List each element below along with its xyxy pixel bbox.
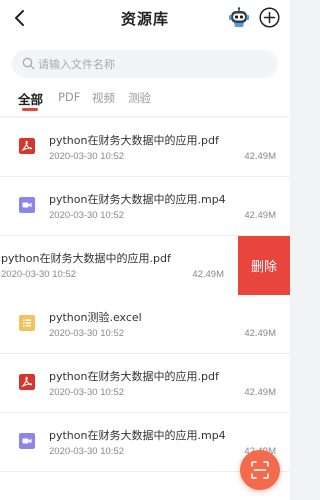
scan-button[interactable] xyxy=(240,450,280,490)
file-name: python在财务大数据中的应用.mp4 xyxy=(49,429,226,442)
robot-icon[interactable] xyxy=(228,7,250,29)
file-date: 2020-03-30 10:52 xyxy=(1,269,77,280)
file-date: 2020-03-30 10:52 xyxy=(49,328,125,339)
list-item[interactable]: python在财务大数据中的应用.pdf 2020-03-30 10:52 42… xyxy=(0,118,290,177)
file-name: python在财务大数据中的应用.pdf xyxy=(49,370,219,383)
file-name: python在财务大数据中的应用.pdf xyxy=(49,134,219,147)
delete-button[interactable]: 删除 xyxy=(238,236,290,295)
tab-pdf[interactable]: PDF xyxy=(58,90,80,104)
list-item[interactable]: python在财务大数据中的应用.pdf 2020-03-30 10:52 42… xyxy=(0,354,290,413)
video-icon xyxy=(19,433,35,449)
file-size: 42.49M xyxy=(192,269,224,280)
list-item[interactable]: python在财务大数据中的应用.mp4 2020-03-30 10:52 42… xyxy=(0,177,290,236)
tab-active-indicator xyxy=(22,108,38,111)
search-icon xyxy=(22,57,35,70)
scan-icon xyxy=(251,461,269,479)
pdf-icon xyxy=(19,374,35,390)
plus-circle-icon[interactable] xyxy=(259,7,280,28)
tab-video[interactable]: 视频 xyxy=(92,90,115,106)
file-size: 42.49M xyxy=(244,328,276,339)
file-list: python在财务大数据中的应用.pdf 2020-03-30 10:52 42… xyxy=(0,118,290,500)
file-date: 2020-03-30 10:52 xyxy=(49,446,125,457)
search-bar[interactable] xyxy=(12,50,278,78)
pdf-icon xyxy=(19,138,35,154)
file-name: python测验.excel xyxy=(49,311,142,324)
file-name: python在财务大数据中的应用.pdf xyxy=(1,252,171,265)
tab-quiz[interactable]: 测验 xyxy=(128,90,151,106)
file-date: 2020-03-30 10:52 xyxy=(49,210,125,221)
quiz-icon xyxy=(19,315,35,331)
search-input[interactable] xyxy=(38,50,268,78)
file-size: 42.49M xyxy=(244,387,276,398)
file-date: 2020-03-30 10:52 xyxy=(49,387,125,398)
list-item-swiped[interactable]: python在财务大数据中的应用.pdf 2020-03-30 10:52 42… xyxy=(0,236,238,295)
list-item[interactable]: python测验.excel 2020-03-30 10:52 42.49M xyxy=(0,295,290,354)
file-size: 42.49M xyxy=(244,151,276,162)
app-header: 资源库 xyxy=(0,0,290,36)
tab-all[interactable]: 全部 xyxy=(18,89,43,108)
file-name: python在财务大数据中的应用.mp4 xyxy=(49,193,226,206)
search-section: 全部 PDF 视频 测验 xyxy=(0,36,290,116)
file-size: 42.49M xyxy=(244,210,276,221)
video-icon xyxy=(19,197,35,213)
file-date: 2020-03-30 10:52 xyxy=(49,151,125,162)
